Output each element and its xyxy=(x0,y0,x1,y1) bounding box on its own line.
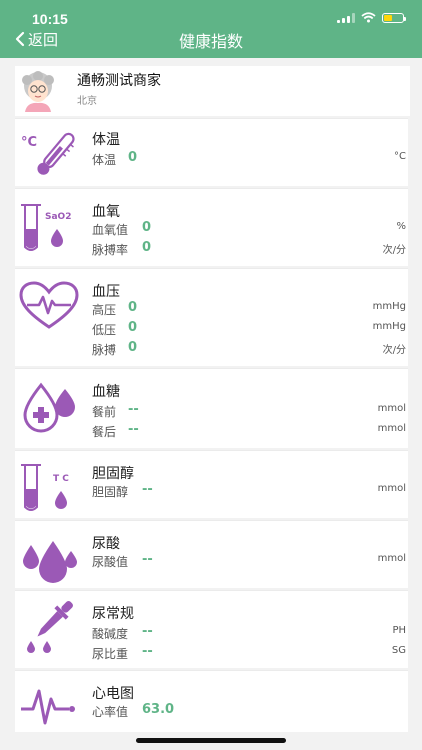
nav-bar: 10:15 返回 健康指数 xyxy=(0,0,422,58)
metric-unit: % xyxy=(396,221,406,232)
metric-value: 0 xyxy=(142,240,152,255)
card-title: 血糖 xyxy=(92,384,120,400)
metric-value: 0 xyxy=(128,300,138,315)
page-title: 健康指数 xyxy=(178,32,243,51)
card-ecg[interactable]: 心电图 心率值 63.0 xyxy=(15,670,408,732)
metric-row: 餐前 -- mmol xyxy=(92,402,406,421)
svg-text:°C: °C xyxy=(21,135,37,150)
thermometer-icon: °C xyxy=(21,132,75,175)
metric-label: 尿比重 xyxy=(92,647,129,661)
metric-unit: mmHg xyxy=(372,321,406,332)
status-icons xyxy=(337,12,406,23)
card-temperature[interactable]: °C 体温 体温 0 °C xyxy=(15,118,408,186)
sao2-label: SaO2 xyxy=(45,212,71,222)
card-title: 体温 xyxy=(92,132,120,148)
metric-row: 尿比重 -- SG xyxy=(92,644,406,663)
metric-value: 63.0 xyxy=(142,702,175,717)
metric-value: 0 xyxy=(128,340,138,355)
metric-value: -- xyxy=(142,644,153,659)
card-title: 血压 xyxy=(92,284,120,300)
card-uric-acid[interactable]: 尿酸 尿酸值 -- mmol xyxy=(15,520,408,588)
metric-row: 血氧值 0 % xyxy=(92,220,406,239)
metric-value: 0 xyxy=(128,320,138,335)
blood-drop-plus-icon xyxy=(23,382,75,433)
avatar xyxy=(22,71,54,112)
metric-value: -- xyxy=(128,402,139,417)
metric-row: 餐后 -- mmol xyxy=(92,422,406,441)
metric-row: 尿酸值 -- mmol xyxy=(92,552,406,571)
card-title: 尿酸 xyxy=(92,536,120,552)
metric-row: 胆固醇 -- mmol xyxy=(92,482,406,501)
metric-value: -- xyxy=(142,624,153,639)
status-time: 10:15 xyxy=(32,11,68,27)
card-cholesterol[interactable]: T C 胆固醇 胆固醇 -- mmol xyxy=(15,450,408,518)
card-blood-pressure[interactable]: 血压 高压 0 mmHg 低压 0 mmHg 脉搏 0 次/分 xyxy=(15,268,408,366)
metric-value: -- xyxy=(142,482,153,497)
metric-unit: mmol xyxy=(377,423,406,434)
metric-unit: mmol xyxy=(377,553,406,564)
sao2-tube-icon: SaO2 xyxy=(21,204,71,251)
metric-label: 体温 xyxy=(92,153,117,167)
card-urine-routine[interactable]: 尿常规 酸碱度 -- PH 尿比重 -- SG xyxy=(15,590,408,668)
metric-label: 低压 xyxy=(92,323,117,337)
metric-unit: mmHg xyxy=(372,301,406,312)
metric-value: -- xyxy=(142,552,153,567)
card-blood-sugar[interactable]: 血糖 餐前 -- mmol 餐后 -- mmol xyxy=(15,368,408,448)
metric-label: 胆固醇 xyxy=(92,485,129,499)
ecg-icon xyxy=(21,689,75,725)
metric-label: 脉搏 xyxy=(92,343,117,357)
metric-row: 脉搏 0 次/分 xyxy=(92,340,406,359)
metric-label: 餐后 xyxy=(92,425,117,439)
wifi-icon xyxy=(361,12,376,23)
metric-unit: 次/分 xyxy=(382,345,406,356)
metric-row: 高压 0 mmHg xyxy=(92,300,406,319)
metric-unit: mmol xyxy=(377,403,406,414)
card-blood-oxygen[interactable]: SaO2 血氧 血氧值 0 % 脉搏率 0 次/分 xyxy=(15,188,408,266)
tc-label: T C xyxy=(53,474,69,484)
metric-label: 酸碱度 xyxy=(92,627,129,641)
cellular-signal-icon xyxy=(337,12,355,23)
card-title: 胆固醇 xyxy=(92,466,134,482)
metric-value: 0 xyxy=(142,220,152,235)
metric-label: 血氧值 xyxy=(92,223,129,237)
metric-value: 0 xyxy=(128,150,138,165)
metric-label: 尿酸值 xyxy=(92,555,129,569)
metric-label: 心率值 xyxy=(92,705,129,719)
metric-unit: 次/分 xyxy=(382,245,406,256)
card-title: 血氧 xyxy=(92,204,120,220)
metric-label: 高压 xyxy=(92,303,117,317)
metric-row: 体温 0 °C xyxy=(92,150,406,169)
card-title: 心电图 xyxy=(92,686,134,702)
metric-unit: PH xyxy=(392,625,406,636)
metric-label: 餐前 xyxy=(92,405,117,419)
tc-tube-icon: T C xyxy=(21,464,69,511)
dropper-icon xyxy=(27,601,73,653)
merchant-name: 通畅测试商家 xyxy=(77,73,161,89)
metric-value: -- xyxy=(128,422,139,437)
metric-row: 低压 0 mmHg xyxy=(92,320,406,339)
card-title: 尿常规 xyxy=(92,606,134,622)
home-indicator xyxy=(136,738,286,743)
merchant-city: 北京 xyxy=(77,96,97,107)
battery-icon xyxy=(382,12,406,23)
metric-unit: SG xyxy=(391,645,406,656)
metric-row: 心率值 63.0 xyxy=(92,702,406,721)
metric-row: 脉搏率 0 次/分 xyxy=(92,240,406,259)
metric-unit: mmol xyxy=(377,483,406,494)
drops-icon xyxy=(23,541,77,583)
heart-pulse-icon xyxy=(19,281,79,329)
metric-row: 酸碱度 -- PH xyxy=(92,624,406,643)
metric-unit: °C xyxy=(394,151,406,162)
metric-label: 脉搏率 xyxy=(92,243,129,257)
merchant-card[interactable]: 通畅测试商家 北京 xyxy=(15,66,410,116)
